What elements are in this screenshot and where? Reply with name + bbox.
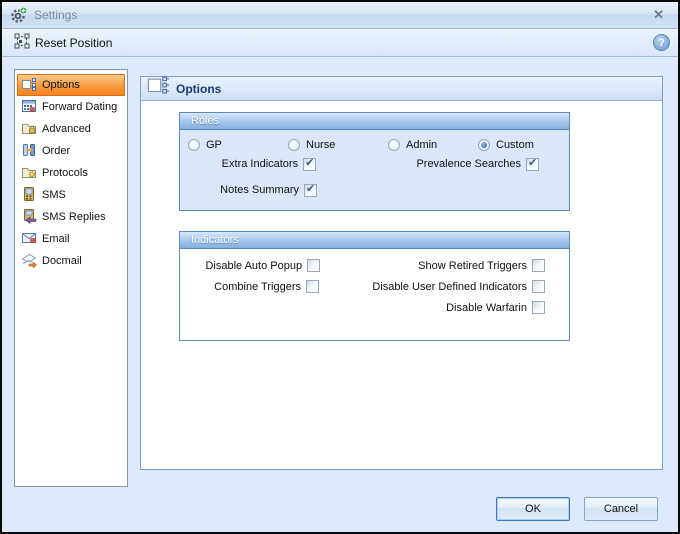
- notes-summary-checkbox[interactable]: [304, 184, 317, 197]
- roles-group: Roles GP Nurse Admin: [179, 112, 570, 211]
- settings-gear-icon: [10, 6, 28, 24]
- sidebar-item-label: Advanced: [42, 123, 91, 135]
- reset-position-icon: [14, 33, 30, 52]
- folder-lock-icon: [21, 120, 37, 139]
- indicators-row-2: Combine Triggers Disable User Defined In…: [180, 276, 569, 297]
- folder-gear-icon: [21, 164, 37, 183]
- ok-button[interactable]: OK: [496, 497, 570, 521]
- docmail-icon: [21, 252, 37, 271]
- radio-label: GP: [206, 139, 222, 151]
- options-icon: [21, 76, 37, 95]
- sidebar-item-docmail[interactable]: Docmail: [17, 250, 125, 272]
- disable-user-defined-indicators-field: Disable User Defined Indicators: [373, 280, 569, 293]
- extra-indicators-field: Extra Indicators: [180, 158, 374, 171]
- cancel-button[interactable]: Cancel: [584, 497, 658, 521]
- sidebar: Options Forward Dating Ad: [14, 69, 128, 487]
- roles-group-body: GP Nurse Admin Custom: [180, 130, 569, 210]
- disable-auto-popup-checkbox[interactable]: [307, 259, 320, 272]
- close-icon[interactable]: ✕: [647, 7, 670, 23]
- sidebar-item-sms-replies[interactable]: SMS Replies: [17, 206, 125, 228]
- settings-window: Settings ✕ Reset Position ?: [0, 0, 680, 534]
- indicators-group-header: Indicators: [180, 232, 569, 249]
- radio-icon[interactable]: [388, 139, 400, 151]
- disable-auto-popup-field: Disable Auto Popup: [180, 259, 374, 272]
- show-retired-triggers-field: Show Retired Triggers: [374, 259, 569, 272]
- checkbox-label: Combine Triggers: [214, 281, 301, 293]
- sidebar-item-label: Order: [42, 145, 70, 157]
- checkbox-label: Show Retired Triggers: [418, 260, 527, 272]
- options-header-icon: [147, 75, 169, 102]
- indicators-row-1: Disable Auto Popup Show Retired Triggers: [180, 255, 569, 276]
- sidebar-item-label: Docmail: [42, 255, 82, 267]
- sidebar-item-label: SMS: [42, 189, 66, 201]
- sidebar-item-protocols[interactable]: Protocols: [17, 162, 125, 184]
- email-icon: [21, 230, 37, 249]
- radio-icon[interactable]: [288, 139, 300, 151]
- checkbox-label: Notes Summary: [220, 184, 299, 196]
- sidebar-item-label: SMS Replies: [42, 211, 106, 223]
- radio-label: Custom: [496, 139, 534, 151]
- combine-triggers-checkbox[interactable]: [306, 280, 319, 293]
- window-title: Settings: [34, 8, 647, 22]
- roles-group-header: Roles: [180, 113, 569, 130]
- indicators-group-body: Disable Auto Popup Show Retired Triggers…: [180, 249, 569, 340]
- title-bar: Settings ✕: [2, 2, 678, 29]
- main-panel: Options Roles GP Nurse Admin: [140, 76, 663, 470]
- checkbox-label: Prevalence Searches: [416, 158, 521, 170]
- indicators-row-3: Disable Warfarin: [180, 297, 569, 318]
- radio-icon[interactable]: [188, 139, 200, 151]
- checkbox-label: Extra Indicators: [222, 158, 298, 170]
- radio-label: Admin: [406, 139, 437, 151]
- disable-user-defined-indicators-checkbox[interactable]: [532, 280, 545, 293]
- prevalence-searches-field: Prevalence Searches: [374, 158, 569, 171]
- prevalence-searches-checkbox[interactable]: [526, 158, 539, 171]
- sidebar-item-label: Protocols: [42, 167, 88, 179]
- show-retired-triggers-checkbox[interactable]: [532, 259, 545, 272]
- disable-warfarin-field: Disable Warfarin: [374, 301, 569, 314]
- order-icon: [21, 142, 37, 161]
- checkbox-label: Disable User Defined Indicators: [372, 281, 527, 293]
- sidebar-item-email[interactable]: Email: [17, 228, 125, 250]
- radio-icon[interactable]: [478, 139, 490, 151]
- sidebar-item-forward-dating[interactable]: Forward Dating: [17, 96, 125, 118]
- toolbar: Reset Position ?: [2, 29, 678, 57]
- roles-checkbox-row-1: Extra Indicators Prevalence Searches: [180, 151, 569, 177]
- radio-custom[interactable]: Custom: [478, 139, 534, 151]
- sidebar-item-sms[interactable]: SMS: [17, 184, 125, 206]
- roles-checkbox-row-2: Notes Summary: [180, 177, 569, 203]
- roles-radio-row: GP Nurse Admin Custom: [180, 130, 569, 151]
- combine-triggers-field: Combine Triggers: [180, 280, 373, 293]
- main-panel-header: Options: [141, 77, 662, 101]
- sms-icon: [21, 186, 37, 205]
- radio-nurse[interactable]: Nurse: [288, 139, 388, 151]
- sidebar-item-label: Forward Dating: [42, 101, 117, 113]
- reset-position-label: Reset Position: [35, 36, 112, 50]
- page-title: Options: [176, 82, 221, 96]
- extra-indicators-checkbox[interactable]: [303, 158, 316, 171]
- sidebar-item-order[interactable]: Order: [17, 140, 125, 162]
- checkbox-label: Disable Auto Popup: [205, 260, 302, 272]
- sidebar-item-label: Email: [42, 233, 70, 245]
- calendar-icon: [21, 98, 37, 117]
- sidebar-item-label: Options: [42, 79, 80, 91]
- sidebar-item-options[interactable]: Options: [17, 74, 125, 96]
- radio-label: Nurse: [306, 139, 335, 151]
- notes-summary-field: Notes Summary: [180, 184, 375, 197]
- checkbox-label: Disable Warfarin: [446, 302, 527, 314]
- help-icon[interactable]: ?: [653, 34, 670, 51]
- radio-admin[interactable]: Admin: [388, 139, 478, 151]
- reset-position-button[interactable]: Reset Position: [10, 31, 116, 54]
- sms-replies-icon: [21, 208, 37, 227]
- indicators-group: Indicators Disable Auto Popup Show Retir…: [179, 231, 570, 341]
- sidebar-item-advanced[interactable]: Advanced: [17, 118, 125, 140]
- disable-warfarin-checkbox[interactable]: [532, 301, 545, 314]
- radio-gp[interactable]: GP: [188, 139, 288, 151]
